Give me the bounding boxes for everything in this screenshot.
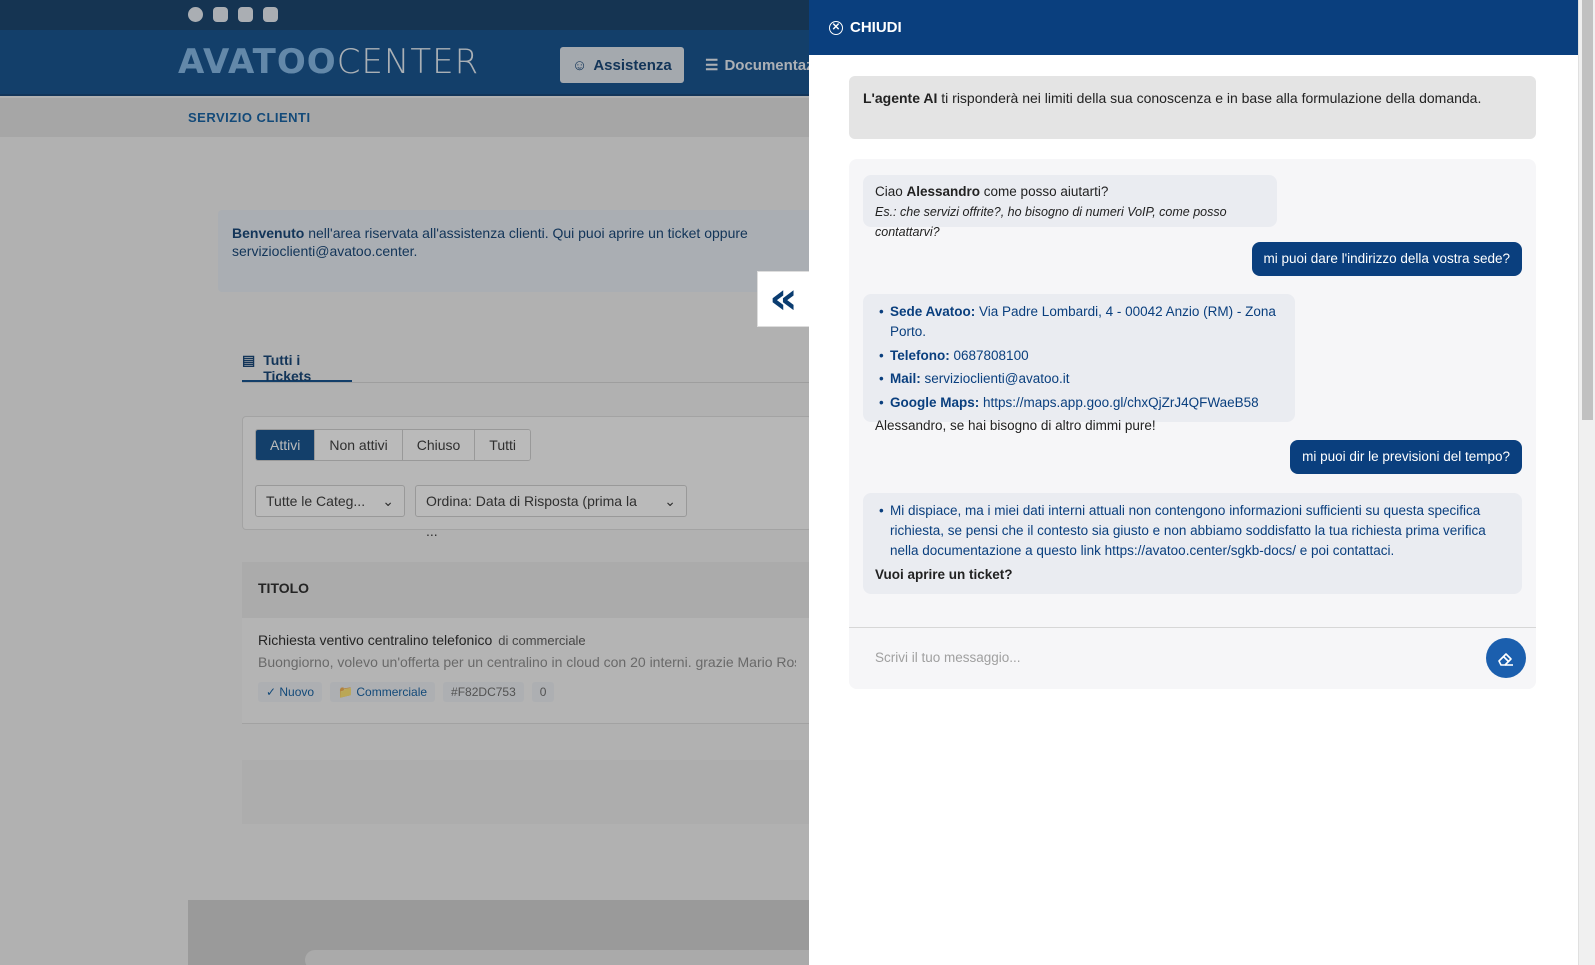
chat-area: Ciao Alessandro come posso aiutarti? Es.…	[849, 159, 1536, 689]
list-item: Telefono: 0687808100	[875, 346, 1283, 366]
list-item: Mail: servizioclienti@avatoo.it	[875, 369, 1283, 389]
list-item: Mi dispiace, ma i miei dati interni attu…	[875, 501, 1510, 561]
ai-chat-panel: ✕ CHIUDI L'agente AI ti risponderà nei l…	[809, 0, 1578, 965]
scrollbar[interactable]	[1578, 0, 1595, 965]
close-icon[interactable]: ✕	[829, 20, 843, 35]
ai-disclaimer: L'agente AI ti risponderà nei limiti del…	[849, 76, 1536, 139]
user-message: mi puoi dir le previsioni del tempo?	[1290, 440, 1522, 474]
close-button[interactable]: CHIUDI	[850, 19, 902, 36]
message-input[interactable]	[861, 639, 1461, 675]
maps-link[interactable]: https://maps.app.goo.gl/chxQjZrJ4QFWaeB5…	[979, 395, 1259, 410]
eraser-icon[interactable]	[1486, 638, 1526, 678]
list-item: Google Maps: https://maps.app.goo.gl/chx…	[875, 393, 1283, 413]
list-item: Sede Avatoo: Via Padre Lombardi, 4 - 000…	[875, 302, 1283, 342]
message-composer	[849, 627, 1536, 689]
double-chevron-left-icon[interactable]: «	[757, 271, 809, 327]
bot-message: Mi dispiace, ma i miei dati interni attu…	[863, 493, 1522, 594]
user-message: mi puoi dare l'indirizzo della vostra se…	[1251, 242, 1522, 276]
scrollbar-thumb[interactable]	[1582, 0, 1593, 420]
panel-header: ✕ CHIUDI	[809, 0, 1578, 55]
bot-message: Ciao Alessandro come posso aiutarti? Es.…	[863, 175, 1277, 239]
bot-message: Sede Avatoo: Via Padre Lombardi, 4 - 000…	[863, 294, 1295, 433]
